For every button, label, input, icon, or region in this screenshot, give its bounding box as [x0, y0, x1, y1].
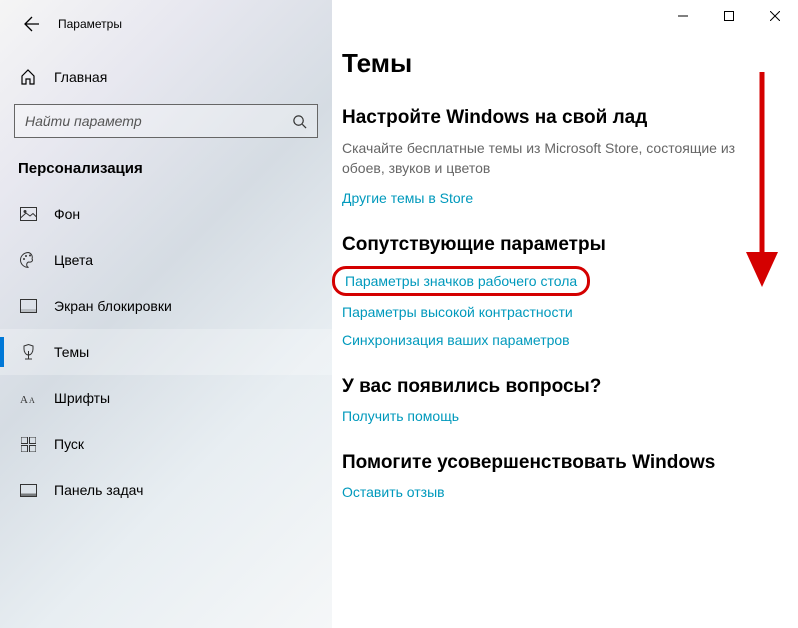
app-title: Параметры	[58, 17, 122, 31]
sidebar-item-themes[interactable]: Темы	[0, 329, 332, 375]
lock-screen-icon	[18, 299, 38, 313]
high-contrast-link[interactable]: Параметры высокой контрастности	[342, 304, 738, 320]
home-icon	[18, 69, 38, 85]
svg-text:A: A	[20, 394, 28, 405]
sidebar-item-lockscreen[interactable]: Экран блокировки	[0, 283, 332, 329]
sidebar-item-label: Цвета	[54, 252, 93, 268]
desktop-icons-link[interactable]: Параметры значков рабочего стола	[332, 266, 590, 296]
sidebar-section-title: Персонализация	[0, 150, 332, 191]
sidebar-item-label: Пуск	[54, 436, 84, 452]
back-button[interactable]	[18, 10, 46, 38]
image-icon	[18, 207, 38, 221]
sidebar-item-taskbar[interactable]: Панель задач	[0, 467, 332, 513]
sidebar-home-label: Главная	[54, 69, 107, 85]
sync-settings-link[interactable]: Синхронизация ваших параметров	[342, 332, 738, 348]
palette-icon	[18, 252, 38, 268]
page-title: Темы	[342, 48, 738, 79]
themes-icon	[18, 344, 38, 360]
sidebar-home[interactable]: Главная	[0, 56, 332, 98]
customize-desc: Скачайте бесплатные темы из Microsoft St…	[342, 139, 738, 178]
taskbar-icon	[18, 484, 38, 497]
sidebar-item-start[interactable]: Пуск	[0, 421, 332, 467]
fonts-icon: AA	[18, 391, 38, 405]
sidebar-item-label: Экран блокировки	[54, 298, 172, 314]
get-help-link[interactable]: Получить помощь	[342, 408, 738, 424]
help-heading: У вас появились вопросы?	[342, 376, 738, 398]
search-icon	[292, 114, 307, 129]
sidebar-item-colors[interactable]: Цвета	[0, 237, 332, 283]
customize-heading: Настройте Windows на свой лад	[342, 107, 738, 129]
sidebar-item-fonts[interactable]: AA Шрифты	[0, 375, 332, 421]
start-icon	[18, 437, 38, 452]
feedback-heading: Помогите усовершенствовать Windows	[342, 452, 738, 474]
sidebar-item-background[interactable]: Фон	[0, 191, 332, 237]
search-wrap	[14, 104, 318, 138]
content: Темы Настройте Windows на свой лад Скача…	[332, 0, 798, 628]
sidebar-item-label: Панель задач	[54, 482, 143, 498]
search-input[interactable]	[25, 113, 292, 129]
sidebar-item-label: Шрифты	[54, 390, 110, 406]
related-heading: Сопутствующие параметры	[342, 234, 738, 256]
sidebar-item-label: Темы	[54, 344, 89, 360]
feedback-link[interactable]: Оставить отзыв	[342, 484, 738, 500]
sidebar: Параметры Главная Персонализация Фон Цве…	[0, 0, 332, 628]
titlebar-controls	[660, 0, 798, 32]
close-button[interactable]	[752, 0, 798, 32]
svg-text:A: A	[29, 396, 35, 405]
sidebar-item-label: Фон	[54, 206, 80, 222]
store-themes-link[interactable]: Другие темы в Store	[342, 190, 738, 206]
arrow-left-icon	[24, 16, 40, 32]
search-box[interactable]	[14, 104, 318, 138]
maximize-button[interactable]	[706, 0, 752, 32]
minimize-button[interactable]	[660, 0, 706, 32]
titlebar-left: Параметры	[0, 6, 332, 38]
